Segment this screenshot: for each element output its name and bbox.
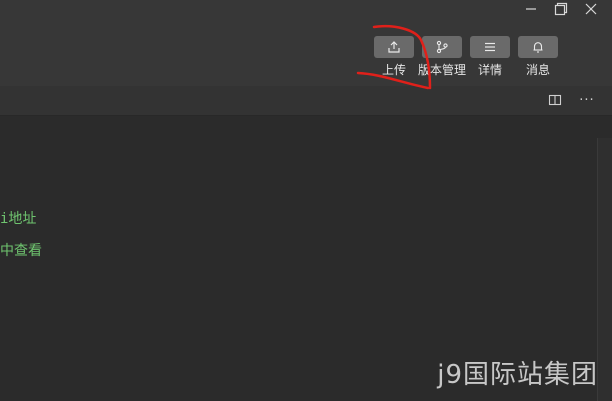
close-icon	[585, 3, 597, 15]
details-button-box[interactable]	[470, 36, 510, 58]
upload-label: 上传	[381, 63, 406, 77]
bell-icon	[533, 42, 543, 53]
app-window: 上传 版本管理 详情 消息 ··· i地址 中查看 j9国际站集团	[0, 0, 612, 401]
details-label: 详情	[477, 63, 502, 77]
version-control-label: 版本管理	[418, 63, 467, 77]
editor-actions: ···	[546, 92, 596, 108]
window-controls	[516, 0, 606, 18]
code-line: 中查看	[0, 243, 42, 259]
messages-label: 消息	[525, 63, 550, 77]
menu-icon	[485, 42, 495, 52]
version-control-button-box[interactable]	[422, 36, 462, 58]
upload-button-box[interactable]	[374, 36, 414, 58]
version-control-button[interactable]: 版本管理	[418, 36, 466, 77]
upload-icon	[388, 41, 400, 53]
split-editor-button[interactable]	[546, 92, 564, 108]
more-actions-button[interactable]: ···	[578, 92, 596, 108]
minimize-button[interactable]	[516, 0, 546, 18]
messages-button-box[interactable]	[518, 36, 558, 58]
branch-icon	[436, 40, 448, 54]
code-line: i地址	[0, 211, 37, 227]
more-icon: ···	[579, 92, 595, 108]
split-editor-icon	[548, 94, 562, 106]
editor-tab-strip: ···	[0, 86, 612, 116]
title-bar: 上传 版本管理 详情 消息	[0, 0, 612, 86]
minimize-icon	[526, 8, 536, 10]
watermark: j9国际站集团	[437, 360, 598, 390]
vertical-scrollbar[interactable]	[597, 138, 612, 401]
messages-button[interactable]: 消息	[514, 36, 562, 77]
upload-button[interactable]: 上传	[370, 36, 418, 77]
restore-icon	[554, 2, 568, 16]
toolbar: 上传 版本管理 详情 消息	[370, 36, 562, 77]
close-button[interactable]	[576, 0, 606, 18]
restore-button[interactable]	[546, 0, 576, 18]
details-button[interactable]: 详情	[466, 36, 514, 77]
